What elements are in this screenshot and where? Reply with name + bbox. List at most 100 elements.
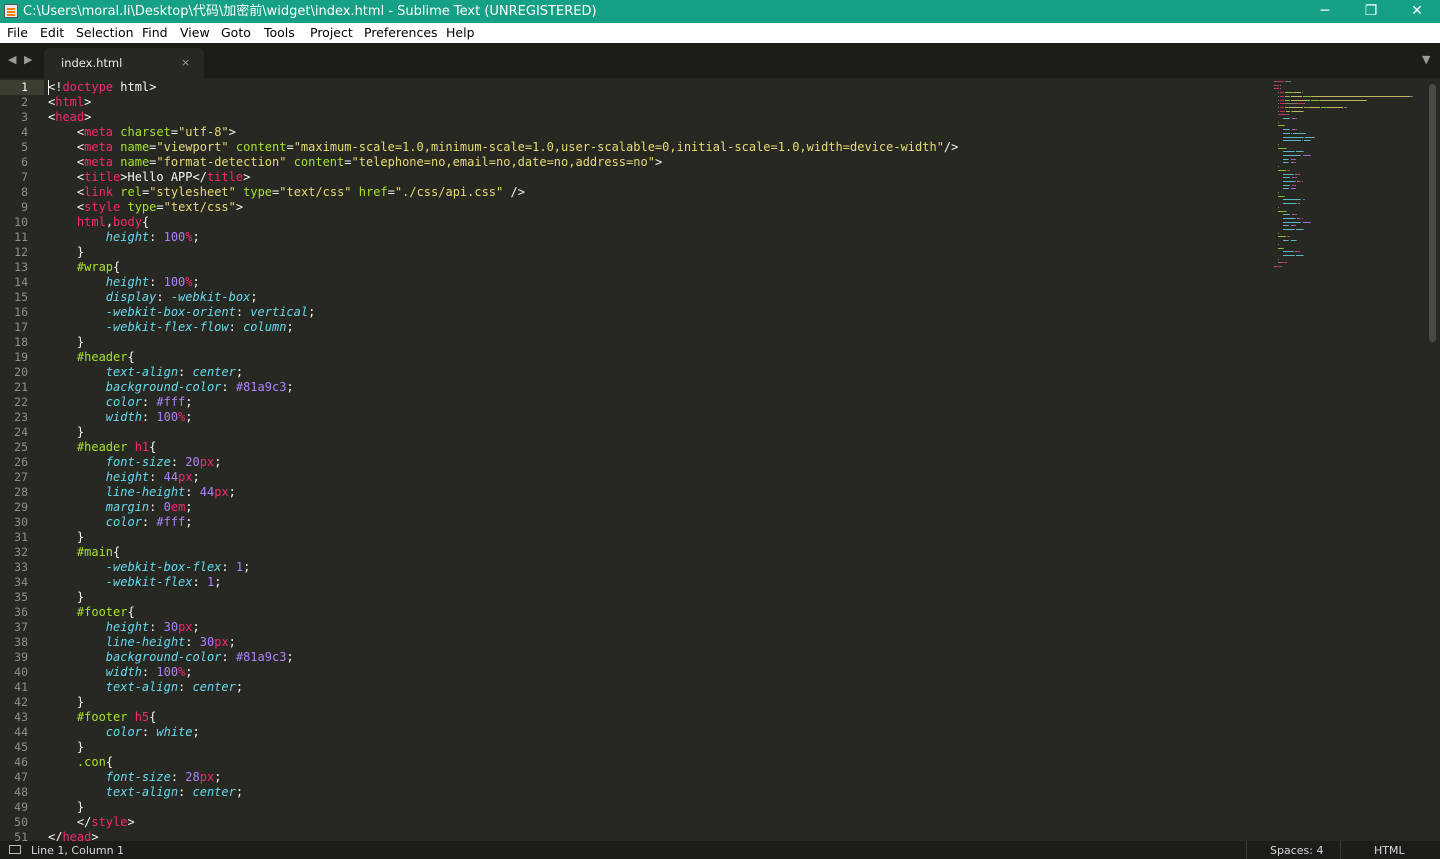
panel-toggle-icon[interactable] [9,845,21,854]
menu-bar: File Edit Selection Find View Goto Tools… [0,23,1440,43]
code-token: -webkit-box-flex [105,560,222,574]
code-line: text-align: center; [48,680,243,695]
menu-edit[interactable]: Edit [40,25,64,41]
minimap-stroke [1289,214,1291,216]
line-number: 20 [14,365,28,379]
minimap-stroke [1288,158,1290,160]
line-number: 10 [14,215,28,229]
code-token: meta [84,125,114,139]
minimap-stroke [1289,118,1291,119]
line-number: 7 [21,170,28,184]
code-token: : [141,515,157,529]
line-number: 42 [14,695,28,709]
menu-tools[interactable]: Tools [264,25,295,41]
minimap-stroke [1301,180,1303,182]
tab-close-icon[interactable]: × [181,56,190,69]
menu-help[interactable]: Help [446,25,475,41]
minimap-stroke [1301,217,1303,219]
line-number: 22 [14,395,28,409]
minimap-stroke [1279,110,1285,112]
minimap-stroke [1282,229,1294,230]
code-token: doctype [62,80,114,94]
menu-selection[interactable]: Selection [76,25,134,41]
code-token: html> [113,80,157,94]
code-token: = [387,185,395,199]
menu-file[interactable]: File [7,25,28,41]
menu-project[interactable]: Project [310,25,353,41]
code-token: ; [214,770,222,784]
code-token: #footer [76,710,135,724]
line-number: 6 [21,155,28,169]
code-token: font-size [105,770,171,784]
code-token: #81a9c3 [235,650,287,664]
code-token: center [192,680,236,694]
code-token: : [149,275,164,289]
code-token: > [235,200,244,214]
code-token: type [127,200,157,214]
menu-goto[interactable]: Goto [221,25,251,41]
vertical-scrollbar[interactable] [1426,78,1440,841]
line-number: 17 [14,320,28,334]
code-token: line-height [105,485,186,499]
code-token: > [127,815,135,829]
code-token: width [105,665,142,679]
line-number: 32 [14,545,28,559]
code-token: content [235,140,287,154]
minimap-stroke [1282,155,1301,156]
code-token: < [48,170,85,184]
line-number: 37 [14,620,28,634]
code-token: < [48,140,85,154]
menu-find[interactable]: Find [142,25,168,41]
close-button[interactable]: ✕ [1394,0,1440,23]
indentation-setting[interactable]: Spaces: 4 [1270,844,1323,857]
minimap-stroke [1279,106,1284,108]
line-number: 13 [14,260,28,274]
minimap-stroke [1302,254,1304,256]
tab-index-html[interactable]: index.html × [44,48,204,78]
menu-preferences[interactable]: Preferences [364,25,438,41]
minimap-stroke [1278,147,1287,149]
minimap-stroke [1282,203,1296,205]
code-token: ; [286,320,294,334]
scrollbar-thumb[interactable] [1429,84,1436,342]
code-token: title [206,170,244,184]
code-line: <meta name="viewport" content="maximum-s… [48,140,958,155]
code-token: rel [120,185,142,199]
tab-list-dropdown-icon[interactable]: ▼ [1422,53,1430,66]
minimap-stroke [1286,210,1288,212]
code-token: #footer [76,605,128,619]
code-line: <title>Hello APP</title> [48,170,250,185]
tab-prev-icon[interactable]: ◀ [8,53,16,66]
code-token: ; [235,365,244,379]
code-token: : [221,650,236,664]
code-line: </head> [48,830,99,841]
code-token: 100 [163,230,186,244]
code-token: height [105,275,150,289]
restore-button[interactable]: ❐ [1348,0,1394,23]
minimap-stroke [1296,229,1303,230]
minimap-stroke [1291,110,1303,112]
menu-view[interactable]: View [180,25,210,41]
minimap-stroke [1313,136,1315,138]
minimap-stroke [1282,254,1294,256]
code-token: #wrap [76,260,114,274]
syntax-setting[interactable]: HTML [1374,844,1405,857]
cursor-position[interactable]: Line 1, Column 1 [31,844,124,857]
code-line: #header{ [48,350,135,365]
code-token: : [221,380,236,394]
title-bar: C:\Users\moral.li\Desktop\代码\加密前\widget\… [0,0,1440,23]
minimap-stroke [1290,95,1302,97]
minimap-stroke [1278,243,1280,245]
code-line: #wrap{ [48,260,120,275]
code-editor[interactable]: <!doctype html> <html> <head> <meta charse… [48,78,1268,841]
tab-next-icon[interactable]: ▶ [24,53,32,66]
minimap[interactable] [1272,78,1424,278]
minimap-stroke [1289,129,1291,131]
minimize-button[interactable]: ─ [1302,0,1348,23]
